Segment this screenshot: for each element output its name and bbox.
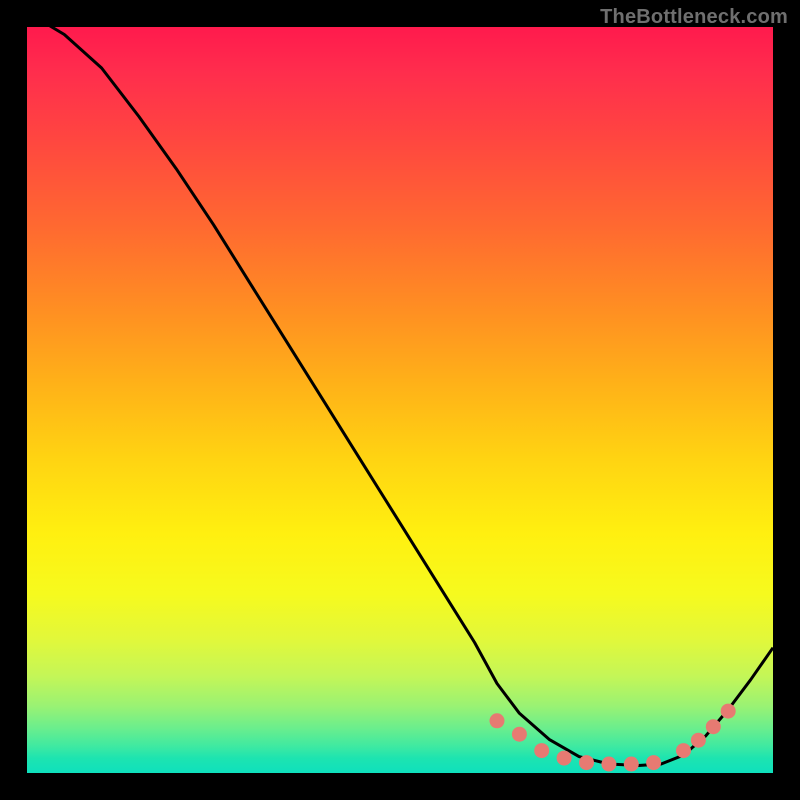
curve-marker-dot xyxy=(721,704,736,719)
curve-svg xyxy=(27,27,773,773)
curve-marker-dot xyxy=(601,757,616,772)
curve-marker-dot xyxy=(579,755,594,770)
chart-frame: TheBottleneck.com xyxy=(0,0,800,800)
curve-marker-dot xyxy=(676,743,691,758)
curve-marker-dot xyxy=(512,727,527,742)
curve-marker-dot xyxy=(706,719,721,734)
curve-marker-dot xyxy=(534,743,549,758)
curve-marker-dot xyxy=(691,733,706,748)
watermark-text: TheBottleneck.com xyxy=(600,6,788,29)
curve-marker-dot xyxy=(624,757,639,772)
curve-marker-dot xyxy=(557,751,572,766)
curve-marker-dot xyxy=(490,713,505,728)
curve-markers xyxy=(490,704,736,772)
bottleneck-curve xyxy=(27,12,773,765)
curve-marker-dot xyxy=(646,755,661,770)
